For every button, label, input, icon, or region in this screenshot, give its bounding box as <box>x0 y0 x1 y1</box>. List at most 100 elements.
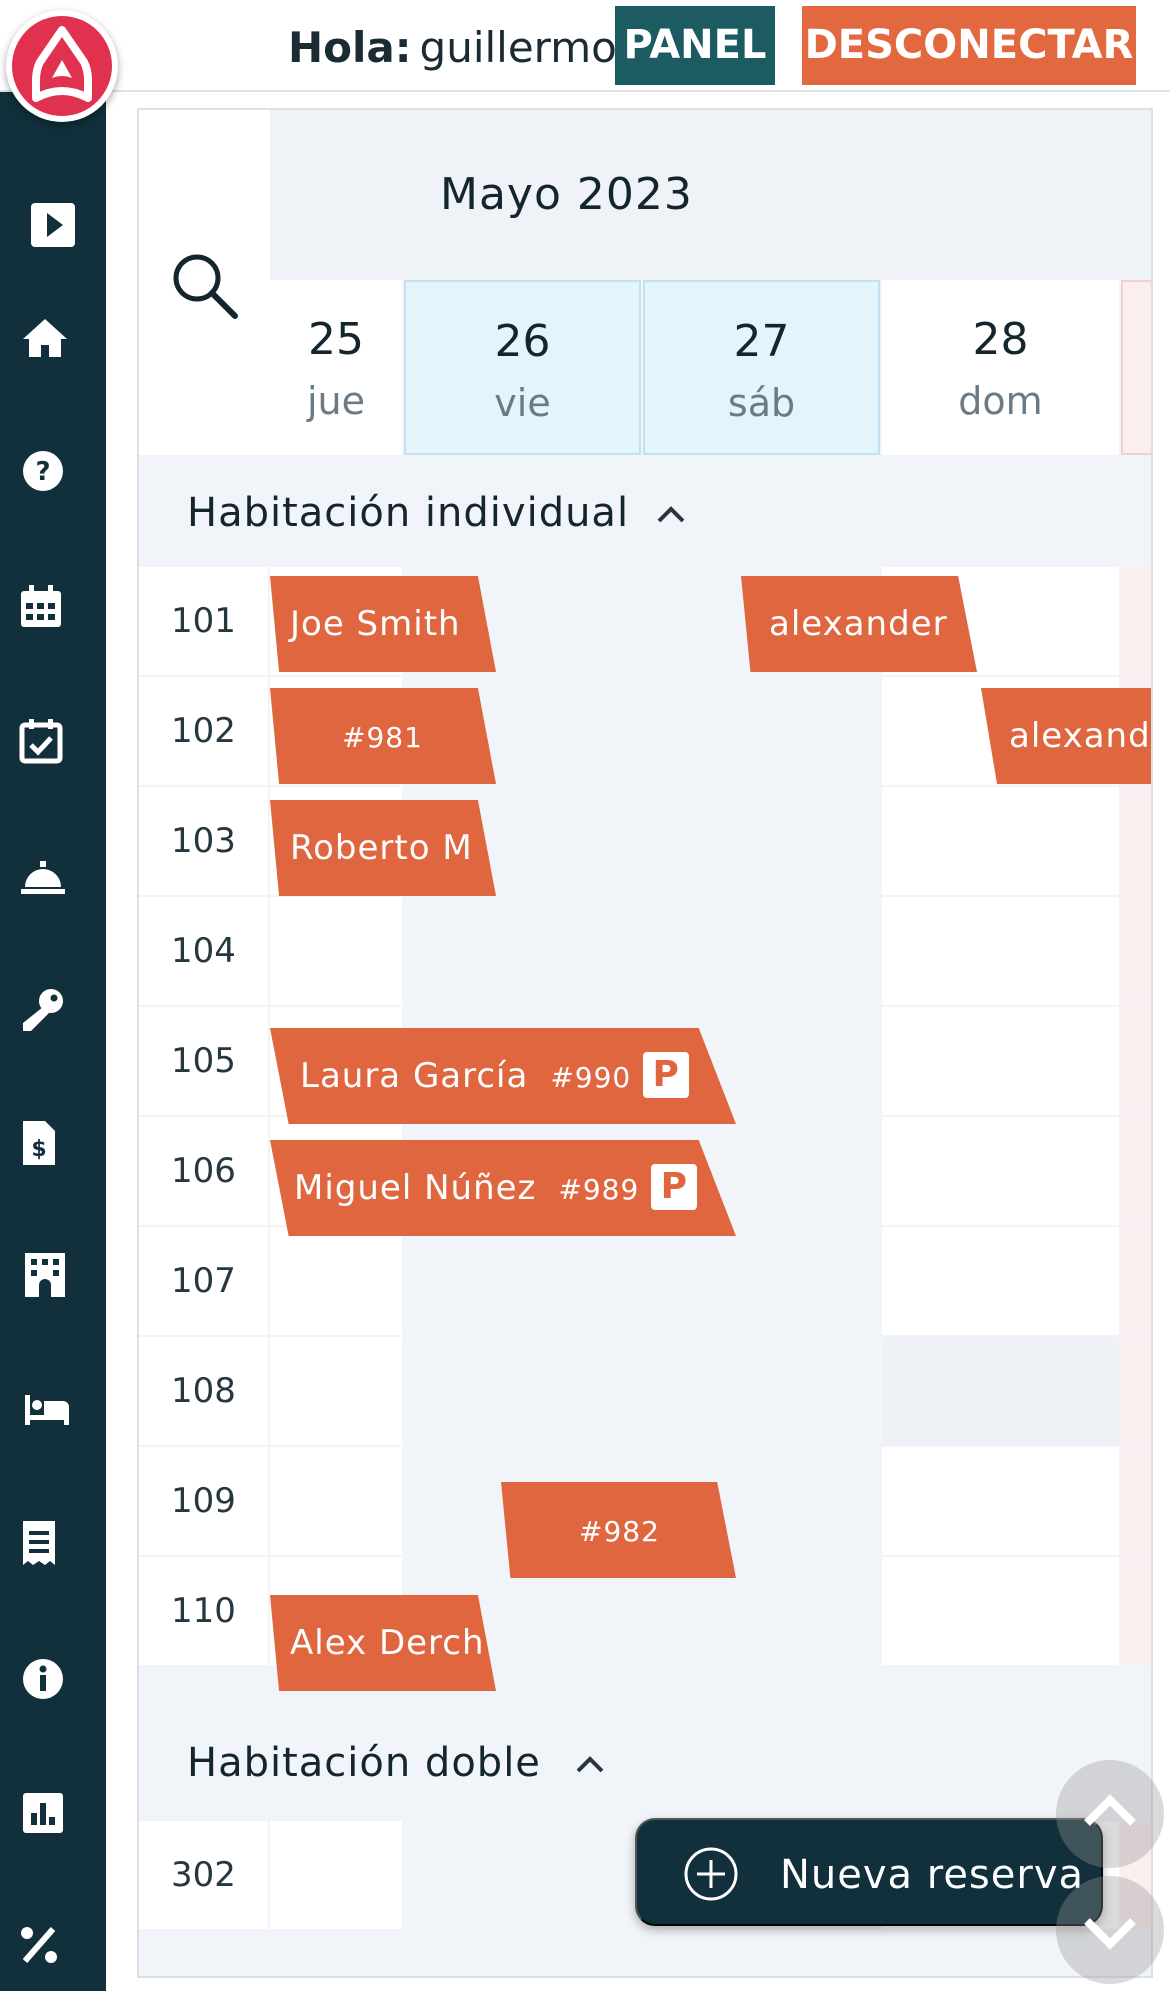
new-booking-button[interactable]: Nueva reserva <box>635 1818 1103 1926</box>
calendar-cell[interactable] <box>1121 1227 1151 1335</box>
top-bar: Hola: guillermo PANEL DESCONECTAR <box>0 0 1170 92</box>
scroll-down-button[interactable] <box>1056 1876 1164 1984</box>
calendar-cell[interactable] <box>1121 1117 1151 1225</box>
day-number: 26 <box>494 316 551 367</box>
booking-calendar: Mayo 2023 25 jue 26 vie 27 sáb 28 dom Ha… <box>137 108 1153 1978</box>
day-header[interactable] <box>1121 280 1151 455</box>
calendar-cell[interactable] <box>882 1007 1119 1115</box>
booking-guest: Laura García <box>300 1056 529 1096</box>
booking-guest: Alex Derch <box>290 1623 485 1663</box>
room-number: 109 <box>139 1447 268 1555</box>
calendar-cell[interactable] <box>882 1117 1119 1225</box>
month-title: Mayo 2023 <box>440 169 693 220</box>
calendar-cell[interactable] <box>643 897 880 1005</box>
plus-circle-icon <box>684 1847 738 1901</box>
app-logo[interactable] <box>6 10 118 122</box>
booking-bar[interactable]: Roberto M <box>270 800 496 896</box>
booking-bar[interactable]: Joe Smith <box>270 576 496 672</box>
day-header[interactable]: 28 dom <box>882 280 1119 455</box>
scroll-up-button[interactable] <box>1056 1760 1164 1868</box>
greeting-label: Hola: <box>288 23 412 72</box>
calendar-cell[interactable] <box>404 1227 641 1335</box>
bed-icon[interactable] <box>20 1382 74 1436</box>
calendar-cell[interactable] <box>643 1227 880 1335</box>
calendar-cell[interactable] <box>1121 897 1151 1005</box>
calendar-cell[interactable] <box>270 1821 402 1929</box>
building-icon[interactable] <box>18 1248 72 1302</box>
search-icon[interactable] <box>169 250 241 322</box>
parking-badge: P <box>651 1163 698 1210</box>
invoice-icon[interactable]: $ <box>12 1116 66 1170</box>
chevron-up-icon[interactable] <box>573 1747 607 1781</box>
chevron-up-icon[interactable] <box>654 497 688 531</box>
room-number: 103 <box>139 787 268 895</box>
parking-badge: P <box>643 1051 690 1098</box>
calendar-cell[interactable] <box>882 897 1119 1005</box>
new-booking-label: Nueva reserva <box>779 1852 1085 1898</box>
day-weekday: jue <box>306 379 366 423</box>
calendar-cell[interactable] <box>1121 1337 1151 1445</box>
calendar-cell[interactable] <box>643 1337 880 1445</box>
calendar-cell[interactable] <box>1121 787 1151 895</box>
calendar-cell[interactable] <box>1121 1447 1151 1555</box>
sidebar: ? $ <box>0 92 106 1991</box>
day-header[interactable]: 27 sáb <box>643 280 880 455</box>
calendar-cell[interactable] <box>882 1557 1119 1665</box>
calendar-cell[interactable] <box>270 1227 402 1335</box>
calendar-cell[interactable] <box>882 1447 1119 1555</box>
play-icon[interactable] <box>26 198 80 252</box>
room-number: 101 <box>139 567 268 675</box>
calendar-cell[interactable] <box>404 1337 641 1445</box>
chevron-up-icon <box>1084 1794 1136 1826</box>
day-header[interactable]: 26 vie <box>404 280 641 455</box>
room-number: 102 <box>139 677 268 785</box>
calendar-cell[interactable] <box>270 897 402 1005</box>
booking-guest: Miguel Núñez <box>294 1168 537 1208</box>
booking-bar[interactable]: Laura García #990 P <box>270 1028 736 1124</box>
booking-bar[interactable]: alexander <box>741 576 977 672</box>
calendar-cell[interactable] <box>404 897 641 1005</box>
percent-icon[interactable] <box>12 1918 66 1972</box>
room-number: 108 <box>139 1337 268 1445</box>
home-icon[interactable] <box>18 310 72 364</box>
booking-ref: #982 <box>579 1515 660 1548</box>
receipt-icon[interactable] <box>12 1516 66 1570</box>
calendar-check-icon[interactable] <box>14 714 68 768</box>
booking-guest: Roberto M <box>290 828 473 868</box>
month-header: Mayo 2023 <box>270 110 1151 278</box>
room-row: 104 <box>139 897 1151 1007</box>
calendar-cell[interactable] <box>270 1447 402 1555</box>
key-icon[interactable] <box>16 982 70 1036</box>
room-group-header[interactable]: Habitación individual <box>139 457 1151 567</box>
calendar-cell[interactable] <box>1121 567 1151 675</box>
calendar-cell[interactable] <box>882 1337 1119 1445</box>
calendar-cell[interactable] <box>1121 1007 1151 1115</box>
help-icon[interactable]: ? <box>16 444 70 498</box>
booking-guest: alexander <box>769 604 948 644</box>
day-header[interactable]: 25 jue <box>270 280 402 455</box>
room-number: 107 <box>139 1227 268 1335</box>
panel-button[interactable]: PANEL <box>615 6 775 85</box>
calendar-cell[interactable] <box>270 1337 402 1445</box>
calendar-cell[interactable] <box>404 1821 641 1929</box>
booking-bar[interactable]: alexander <box>981 688 1151 784</box>
chevron-down-icon <box>1084 1918 1136 1950</box>
calendar-cell[interactable] <box>882 787 1119 895</box>
booking-bar[interactable]: #982 <box>501 1482 736 1578</box>
calendar-cell[interactable] <box>643 787 880 895</box>
day-number: 27 <box>733 316 790 367</box>
calendar-cell[interactable] <box>1121 1557 1151 1665</box>
info-icon[interactable] <box>16 1652 70 1706</box>
calendar-icon[interactable] <box>14 580 68 634</box>
booking-bar[interactable]: Alex Derch <box>270 1595 496 1691</box>
chart-icon[interactable] <box>16 1786 70 1840</box>
logout-button[interactable]: DESCONECTAR <box>802 6 1136 85</box>
calendar-cell[interactable] <box>882 1227 1119 1335</box>
booking-bar[interactable]: #981 <box>270 688 496 784</box>
day-weekday: sáb <box>727 381 796 425</box>
concierge-bell-icon[interactable] <box>16 848 70 902</box>
calendar-cell[interactable] <box>643 677 880 785</box>
room-group-label: Habitación individual <box>187 490 630 536</box>
booking-bar[interactable]: Miguel Núñez #989 P <box>270 1140 736 1236</box>
room-group-header[interactable]: Habitación doble <box>139 1707 1151 1817</box>
